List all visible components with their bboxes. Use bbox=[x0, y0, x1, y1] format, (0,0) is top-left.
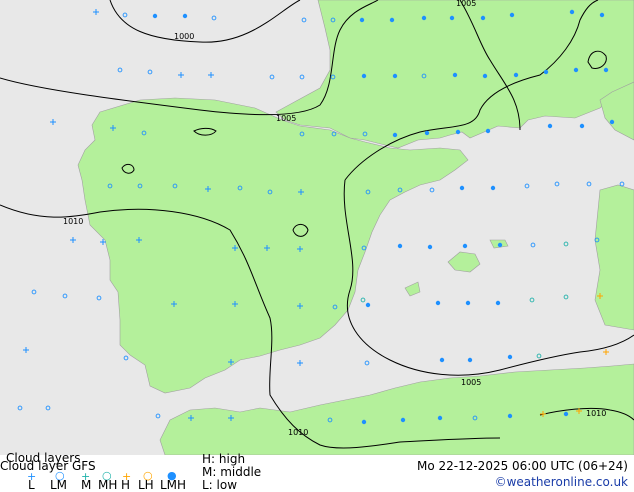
legend-code-h: H bbox=[121, 478, 131, 492]
site-credit-link[interactable]: ©weatheronline.co.uk bbox=[495, 476, 628, 489]
legend-key-low: L: low bbox=[202, 478, 238, 492]
isobar-label: 1010 bbox=[63, 217, 83, 226]
legend-code-mh: MH bbox=[98, 478, 118, 492]
map-canvas: 1000 1005 1010 1005 1010 1005 1010 bbox=[0, 0, 634, 455]
legend-code-lmh: LMH bbox=[160, 478, 187, 492]
isobar-label: 1010 bbox=[586, 409, 606, 418]
weather-map-viewer: 1000 1005 1010 1005 1010 1005 1010 Cloud… bbox=[0, 0, 634, 492]
isobar-label: 1005 bbox=[276, 114, 296, 123]
legend-code-lm: LM bbox=[50, 478, 68, 492]
cloud-layers-map[interactable]: 1000 1005 1010 1005 1010 1005 1010 bbox=[0, 0, 634, 455]
isobar-label: 1005 bbox=[456, 0, 476, 8]
isobar-label: 1010 bbox=[288, 428, 308, 437]
isobar-label: 1000 bbox=[174, 32, 194, 41]
forecast-datetime: Mo 22-12-2025 06:00 UTC (06+24) bbox=[416, 459, 628, 473]
land-sardinia bbox=[594, 184, 634, 331]
legend-code-m: M bbox=[81, 478, 92, 492]
legend-code-lh: LH bbox=[138, 478, 154, 492]
legend-code-l: L bbox=[28, 478, 35, 492]
map-legend: Cloud layers Cloud layer GFS + ○ + ○ + ○… bbox=[0, 452, 634, 492]
isobar-label: 1005 bbox=[461, 378, 481, 387]
